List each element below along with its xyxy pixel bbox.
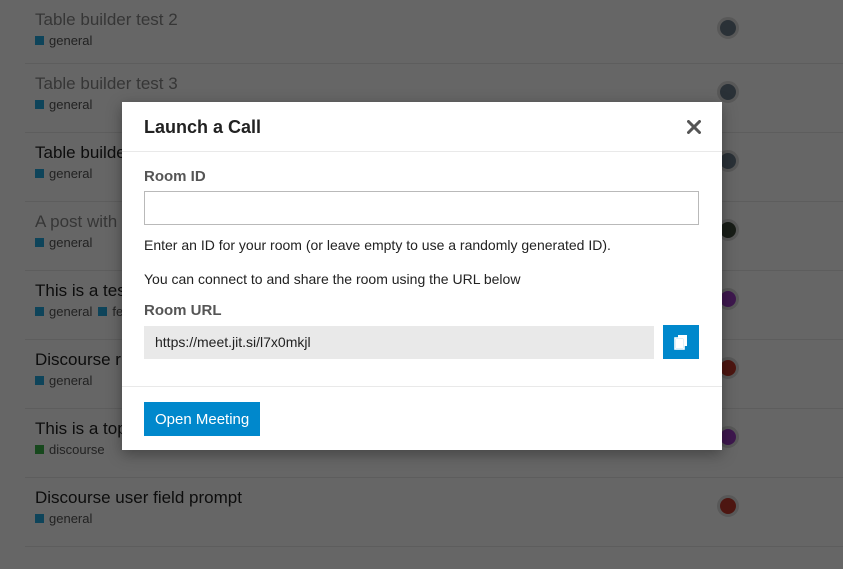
close-button[interactable] [682,115,706,139]
modal-body: Room ID Enter an ID for your room (or le… [144,168,699,359]
modal-header: Launch a Call [122,102,722,152]
copy-icon [674,335,687,350]
close-icon [687,120,701,134]
room-id-input[interactable] [144,191,699,225]
room-url-field[interactable]: https://meet.jit.si/l7x0mkjl [144,325,654,359]
open-meeting-button[interactable]: Open Meeting [144,402,261,436]
room-url-label: Room URL [144,302,222,319]
room-url-row: https://meet.jit.si/l7x0mkjl [144,325,699,359]
launch-call-modal: Launch a Call Room ID Enter an ID for yo… [122,102,722,450]
share-help: You can connect to and share the room us… [144,271,521,287]
copy-url-button[interactable] [663,325,699,359]
modal-footer: Open Meeting [122,386,722,450]
modal-title: Launch a Call [144,117,262,137]
room-id-label: Room ID [144,168,206,185]
room-id-help: Enter an ID for your room (or leave empt… [144,237,611,253]
